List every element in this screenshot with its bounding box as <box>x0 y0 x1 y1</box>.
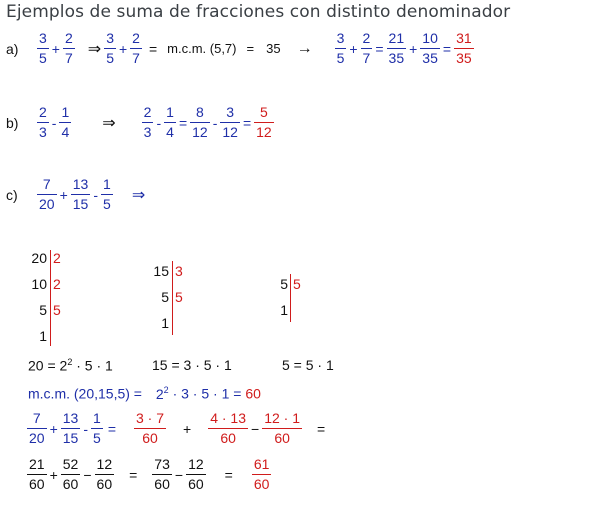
dividend: 15 <box>153 263 169 279</box>
dividend: 5 <box>39 302 47 318</box>
plus-sign: + <box>183 420 192 437</box>
dividend: 1 <box>39 328 47 344</box>
fraction: 12 60 <box>94 456 115 492</box>
dividend: 5 <box>280 276 288 292</box>
fraction: 27 <box>360 30 373 66</box>
fraction: 7 20 <box>27 410 47 446</box>
plus-sign: + <box>49 420 58 437</box>
equals-sign: = <box>375 40 384 57</box>
mcm-line: m.c.m. (20,15,5) = 22 · 3 · 5 · 1 = 60 <box>28 385 261 402</box>
fraction: 73 60 <box>152 456 172 492</box>
plus-sign: + <box>59 186 68 203</box>
fraction: 13 15 <box>60 410 81 446</box>
implies-arrow: ⇒ <box>87 40 102 58</box>
fraction: 10 35 <box>420 30 440 66</box>
label-b: b) <box>6 114 19 131</box>
mcm-value: 35 <box>266 41 281 56</box>
dividend: 10 <box>31 276 47 292</box>
plus-sign: + <box>118 40 128 57</box>
minus-sign: − <box>251 420 260 437</box>
dividend: 1 <box>161 315 169 331</box>
fraction: 3 · 7 60 <box>134 410 167 446</box>
factor-15: 15 = 3 · 5 · 1 <box>152 357 232 373</box>
label-c: c) <box>6 186 18 203</box>
fraction: 13 15 <box>70 176 91 212</box>
divisor: 5 <box>175 289 183 305</box>
equals-sign: = <box>107 420 116 437</box>
dividend: 5 <box>161 289 169 305</box>
fraction: 35 <box>104 30 116 66</box>
mcm-text: m.c.m. (5,7) <box>167 41 237 56</box>
factor-5: 5 = 5 · 1 <box>282 357 334 373</box>
minus-sign: - <box>51 114 57 131</box>
fraction: 15 <box>101 176 113 212</box>
label-a: a) <box>6 40 19 57</box>
divider-line <box>172 261 173 335</box>
step-1: 7 20 + 13 15 - 15 = 3 · 7 60 + 4 · 13 60 − 1… <box>26 410 327 447</box>
fraction: 35 <box>334 30 347 66</box>
fraction: 14 <box>164 104 176 140</box>
result-fraction: 31 35 <box>454 30 474 66</box>
plus-sign: + <box>49 466 58 483</box>
fraction: 12 60 <box>186 456 206 492</box>
page-title: Ejemplos de suma de fracciones con disti… <box>6 2 511 22</box>
fraction: 7 20 <box>37 176 57 212</box>
fraction: 27 <box>62 30 75 66</box>
minus-sign: - <box>156 114 162 131</box>
fraction: 23 <box>141 104 154 140</box>
divisor: 5 <box>53 302 61 318</box>
fraction: 3 12 <box>220 104 240 140</box>
divider-line <box>50 250 51 346</box>
fraction: 35 <box>37 30 49 66</box>
equals-sign: = <box>224 466 233 483</box>
implies-arrow: ⇒ <box>102 114 116 132</box>
equals-sign: = <box>129 466 138 483</box>
equals-sign: = <box>148 40 158 57</box>
right-arrow: → <box>296 39 313 57</box>
fraction: 21 35 <box>386 30 407 66</box>
equals-sign: = <box>242 114 252 131</box>
divisor: 2 <box>53 250 61 266</box>
fraction: 12 · 1 60 <box>262 410 303 446</box>
dividend: 20 <box>31 250 47 266</box>
plus-sign: + <box>409 40 418 57</box>
example-a: a) 35 + 27 ⇒ 35 + 27 = m.c.m. (5,7) = 35… <box>6 30 475 67</box>
minus-sign: - <box>83 420 89 437</box>
fraction: 4 · 13 60 <box>208 410 249 446</box>
fraction: 8 12 <box>190 104 210 140</box>
mcm-result: 60 <box>245 385 261 402</box>
divisor: 3 <box>175 263 183 279</box>
result-fraction: 61 60 <box>251 456 272 492</box>
divisor: 5 <box>293 276 301 292</box>
dividend: 1 <box>280 302 288 318</box>
example-c: c) 7 20 + 13 15 - 15 ⇒ <box>6 176 147 213</box>
plus-sign: + <box>51 40 60 57</box>
fraction: 27 <box>130 30 142 66</box>
plus-sign: + <box>349 40 358 57</box>
fraction: 23 <box>37 104 49 140</box>
minus-sign: - <box>93 186 99 203</box>
minus-sign: − <box>83 466 92 483</box>
divisor: 2 <box>53 276 61 292</box>
fraction: 21 60 <box>27 456 47 492</box>
implies-arrow: ⇒ <box>131 186 146 204</box>
fraction: 14 <box>59 104 72 140</box>
equals-sign: = <box>317 420 326 437</box>
step-2: 21 60 + 52 60 − 12 60 = 73 60 − 12 60 = 61 60 <box>26 456 272 493</box>
example-b: b) 23 - 14 ⇒ 23 - 14 = 8 12 - 3 12 = 5 12 <box>6 104 275 141</box>
minus-sign: − <box>174 466 184 483</box>
divider-line <box>290 274 291 322</box>
result-fraction: 5 12 <box>254 104 274 140</box>
fraction: 52 60 <box>60 456 81 492</box>
equals-sign: = <box>178 114 188 131</box>
equals-sign: = <box>246 41 255 56</box>
factor-20: 20 = 22 · 5 · 1 <box>28 357 113 374</box>
equals-sign: = <box>442 40 452 57</box>
fraction: 15 <box>91 410 103 446</box>
minus-sign: - <box>212 114 218 131</box>
